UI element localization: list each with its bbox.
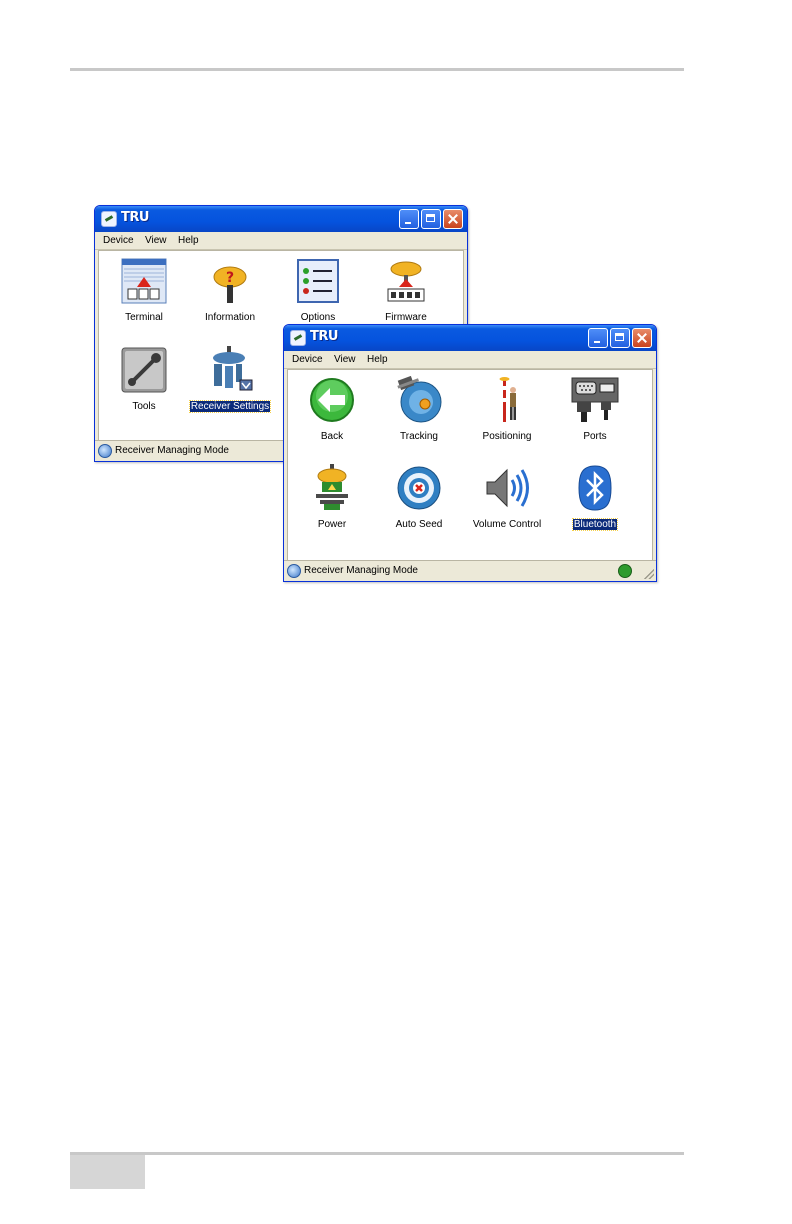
menu-help[interactable]: Help bbox=[367, 354, 388, 365]
globe-icon bbox=[98, 444, 112, 458]
bluetooth-icon bbox=[571, 464, 619, 512]
back-arrow-icon bbox=[308, 376, 356, 424]
item-firmware[interactable]: Firmware bbox=[363, 257, 449, 324]
power-icon bbox=[308, 464, 356, 512]
title-bar[interactable]: TRU bbox=[284, 325, 656, 351]
resize-grip[interactable] bbox=[644, 569, 654, 579]
item-label: Options bbox=[300, 312, 336, 323]
item-label: Information bbox=[204, 312, 256, 323]
menu-bar: Device View Help bbox=[95, 232, 467, 250]
menu-view[interactable]: View bbox=[145, 235, 167, 246]
item-label: Auto Seed bbox=[395, 519, 443, 530]
app-icon bbox=[290, 330, 306, 346]
speaker-icon bbox=[483, 464, 531, 512]
app-icon bbox=[101, 211, 117, 227]
item-ports[interactable]: Ports bbox=[552, 376, 638, 443]
window-title: TRU bbox=[310, 329, 338, 344]
item-label: Positioning bbox=[482, 431, 532, 442]
title-bar[interactable]: TRU bbox=[95, 206, 467, 232]
terminal-icon bbox=[120, 257, 168, 305]
item-label: Ports bbox=[583, 431, 607, 442]
item-bluetooth[interactable]: Bluetooth bbox=[552, 464, 638, 531]
tru-window-receiver-settings: TRU Device View Help Back Tracking Posit… bbox=[283, 324, 657, 582]
item-label: Tools bbox=[132, 401, 156, 412]
item-information[interactable]: ? Information bbox=[187, 257, 273, 324]
item-back[interactable]: Back bbox=[289, 376, 375, 443]
item-volume-control[interactable]: Volume Control bbox=[464, 464, 550, 531]
information-icon: ? bbox=[206, 257, 254, 305]
tools-icon bbox=[120, 346, 168, 394]
item-positioning[interactable]: Positioning bbox=[464, 376, 550, 443]
item-label: Firmware bbox=[385, 312, 427, 323]
page-header-rule bbox=[70, 68, 684, 71]
item-receiver-settings[interactable]: Receiver Settings bbox=[187, 346, 273, 413]
options-icon bbox=[294, 257, 342, 305]
item-tools[interactable]: Tools bbox=[101, 346, 187, 413]
svg-text:?: ? bbox=[226, 270, 234, 286]
window-title: TRU bbox=[121, 210, 149, 225]
globe-icon bbox=[287, 564, 301, 578]
item-label: Tracking bbox=[400, 431, 438, 442]
item-power[interactable]: Power bbox=[289, 464, 375, 531]
maximize-button[interactable] bbox=[421, 209, 441, 229]
status-text: Receiver Managing Mode bbox=[304, 565, 418, 576]
positioning-icon bbox=[483, 376, 531, 424]
maximize-button[interactable] bbox=[610, 328, 630, 348]
auto-seed-icon bbox=[395, 464, 443, 512]
status-text: Receiver Managing Mode bbox=[115, 445, 229, 456]
menu-device[interactable]: Device bbox=[292, 354, 323, 365]
item-label: Volume Control bbox=[472, 519, 542, 530]
page-footer-rule bbox=[70, 1152, 684, 1155]
receiver-settings-icon bbox=[206, 346, 254, 394]
connection-status-icon bbox=[618, 564, 632, 578]
minimize-button[interactable] bbox=[588, 328, 608, 348]
close-button[interactable] bbox=[443, 209, 463, 229]
item-label: Power bbox=[317, 519, 347, 530]
menu-help[interactable]: Help bbox=[178, 235, 199, 246]
status-bar: Receiver Managing Mode bbox=[284, 560, 656, 581]
close-button[interactable] bbox=[632, 328, 652, 348]
item-label: Back bbox=[320, 431, 344, 442]
minimize-button[interactable] bbox=[399, 209, 419, 229]
item-label: Terminal bbox=[125, 312, 163, 323]
item-label: Receiver Settings bbox=[188, 400, 272, 413]
item-tracking[interactable]: Tracking bbox=[376, 375, 462, 443]
menu-device[interactable]: Device bbox=[103, 235, 134, 246]
item-auto-seed[interactable]: Auto Seed bbox=[376, 464, 462, 531]
item-terminal[interactable]: Terminal bbox=[101, 257, 187, 324]
menu-view[interactable]: View bbox=[334, 354, 356, 365]
tracking-icon bbox=[395, 375, 443, 424]
icon-panel: Back Tracking Positioning Ports Power Au… bbox=[287, 369, 653, 561]
page-number-tab bbox=[70, 1155, 145, 1189]
menu-bar: Device View Help bbox=[284, 351, 656, 369]
item-label: Bluetooth bbox=[571, 518, 619, 531]
item-options[interactable]: Options bbox=[275, 257, 361, 324]
firmware-icon bbox=[382, 257, 430, 305]
ports-icon bbox=[571, 376, 619, 424]
